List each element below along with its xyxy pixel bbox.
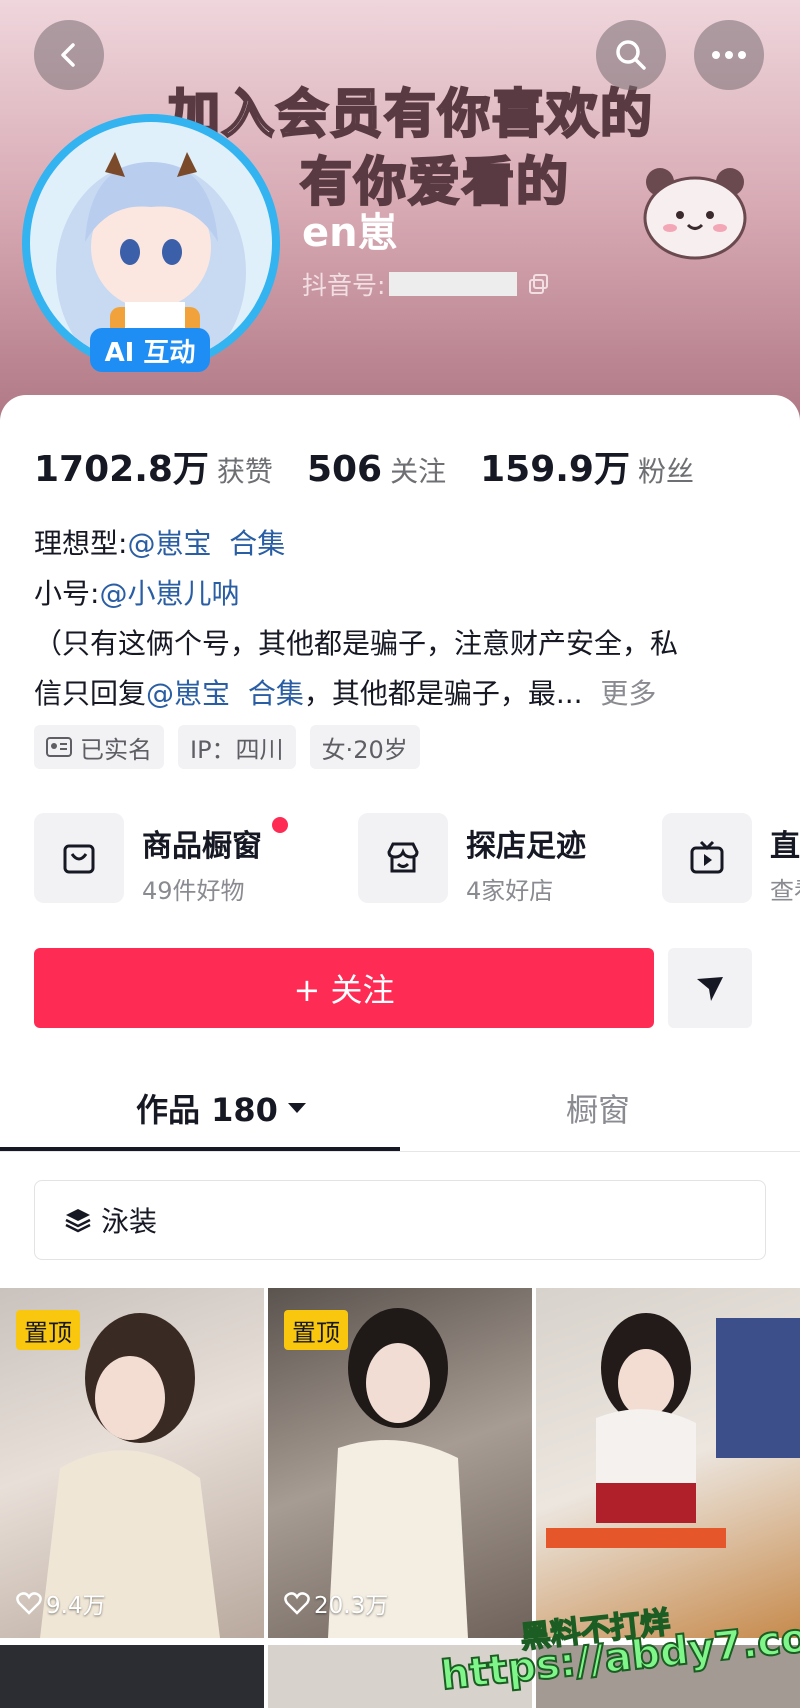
more-button[interactable]: [694, 20, 764, 90]
id-card-icon: [46, 737, 72, 757]
douyin-id-label: 抖音号:: [302, 271, 386, 300]
service-shop-window[interactable]: 商品橱窗 49件好物: [34, 813, 288, 906]
service-title: 直播: [770, 829, 800, 864]
back-chevron-icon: [61, 43, 75, 67]
service-icon-box: [662, 813, 752, 903]
video-thumbnail[interactable]: 置顶 20.3万: [268, 1288, 532, 1638]
service-live[interactable]: 直播 查看: [662, 813, 800, 906]
following-count[interactable]: 506: [307, 449, 382, 490]
bio-text: ，其他都是骗子，最...: [303, 677, 583, 710]
tag-label: 女·20岁: [321, 735, 408, 764]
more-dots-icon: [712, 51, 746, 59]
banner-text-line1: 加入会员有你喜欢的: [167, 84, 655, 147]
service-store-visits[interactable]: 探店足迹 4家好店: [358, 813, 586, 906]
tv-play-icon: [690, 840, 724, 874]
nickname: en崽: [302, 210, 398, 256]
send-arrow-icon: [697, 977, 723, 1001]
bio-text: 小号:: [34, 577, 100, 610]
douyin-id: 抖音号:: [302, 266, 551, 302]
followers-label[interactable]: 粉丝: [638, 450, 694, 490]
tag-ip: IP：四川: [178, 725, 296, 769]
service-subtitle: 查看: [770, 877, 800, 905]
likes-overlay: 9.4万: [16, 1586, 106, 1620]
video-thumbnail[interactable]: [0, 1645, 264, 1708]
service-title: 商品橱窗: [142, 829, 262, 864]
tab-divider: [0, 1151, 800, 1152]
pinned-badge: 置顶: [284, 1310, 348, 1350]
bio-line1: 理想型:@崽宝 合集: [34, 522, 285, 562]
video-thumbnail[interactable]: [536, 1288, 800, 1638]
layers-icon: [65, 1209, 91, 1233]
collection-link[interactable]: 合集: [248, 677, 304, 710]
tag-verified[interactable]: 已实名: [34, 725, 164, 769]
service-icon-box: [34, 813, 124, 903]
message-button[interactable]: [668, 948, 752, 1028]
back-button[interactable]: [34, 20, 104, 90]
bio-line4: 信只回复@崽宝 合集，其他都是骗子，最... 更多: [34, 672, 656, 712]
tab-label: 作品 180: [136, 1091, 278, 1129]
store-icon: [387, 842, 419, 873]
bio-line3: （只有这俩个号，其他都是骗子，注意财产安全，私: [34, 627, 679, 660]
ai-interaction-badge[interactable]: AI 互动: [90, 328, 210, 372]
service-subtitle: 49件好物: [142, 877, 245, 905]
likes-label: 获赞: [216, 455, 273, 488]
stats-row: 1702.8万 获赞 506 关注 159.9万 粉丝: [34, 440, 728, 492]
tag-gender-age: 女·20岁: [309, 725, 420, 769]
likes-count: 1702.8万: [34, 449, 209, 490]
bio-text: 信只回复: [34, 677, 147, 710]
service-subtitle: 4家好店: [466, 877, 554, 905]
likes-count-overlay: 9.4万: [46, 1593, 106, 1619]
search-icon: [616, 40, 646, 70]
mention-link[interactable]: @小崽儿呐: [99, 577, 239, 610]
thumbnail-image: [546, 1313, 800, 1548]
tab-works[interactable]: 作品 180: [136, 1085, 308, 1131]
tag-label: 已实名: [80, 735, 152, 764]
douyin-id-redacted: [389, 272, 518, 296]
following-label[interactable]: 关注: [390, 450, 446, 490]
profile-header: 加入会员有你喜欢的 有你爱看的 AI 互动 en崽 抖音号:: [0, 0, 800, 420]
video-thumbnail[interactable]: 置顶 9.4万: [0, 1288, 264, 1638]
collection-filter[interactable]: 泳装: [34, 1180, 766, 1260]
notification-dot: [272, 817, 288, 833]
panda-sticker-icon: [643, 168, 747, 260]
likes-count-overlay: 20.3万: [314, 1593, 389, 1619]
collection-link[interactable]: 合集: [229, 527, 285, 560]
tab-shop-window[interactable]: 橱窗: [566, 1085, 630, 1131]
service-title: 探店足迹: [466, 829, 586, 864]
caret-down-icon: [287, 1103, 306, 1113]
mention-link[interactable]: @崽宝: [146, 677, 230, 710]
mention-link[interactable]: @崽宝: [127, 527, 211, 560]
search-button[interactable]: [596, 20, 666, 90]
bio-more-link[interactable]: 更多: [600, 677, 656, 710]
collection-label: 泳装: [101, 1205, 158, 1238]
service-icon-box: [358, 813, 448, 903]
heart-icon: [16, 1592, 42, 1615]
heart-icon: [284, 1592, 310, 1615]
pinned-badge: 置顶: [16, 1310, 80, 1350]
tag-label: IP：四川: [190, 735, 284, 764]
copy-icon[interactable]: [527, 272, 551, 296]
bio-text: 理想型:: [34, 527, 128, 560]
profile-tags: 已实名 IP：四川 女·20岁: [34, 725, 434, 769]
bio-line2: 小号:@小崽儿呐: [34, 572, 239, 612]
likes-overlay: 20.3万: [284, 1586, 388, 1620]
followers-count[interactable]: 159.9万: [480, 440, 630, 492]
follow-button[interactable]: + 关注: [34, 948, 654, 1028]
shopping-bag-icon: [63, 844, 95, 874]
